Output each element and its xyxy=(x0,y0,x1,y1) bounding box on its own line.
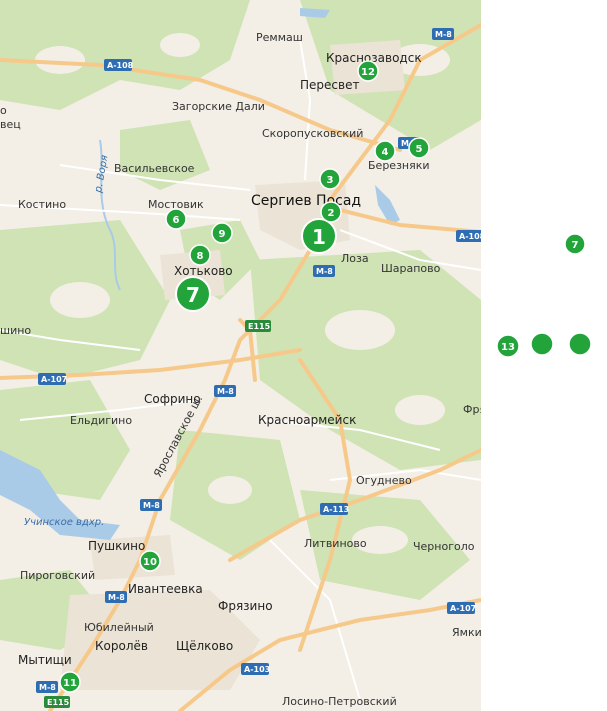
label-bereznyaki: Березняки xyxy=(368,159,430,172)
side-panel-canvas: 7 13 xyxy=(496,233,592,358)
map-marker[interactable]: 1 xyxy=(301,218,337,254)
label-khotkovo: Хотьково xyxy=(174,264,233,278)
svg-text:М-8: М-8 xyxy=(143,501,160,510)
svg-text:М-8: М-8 xyxy=(217,387,234,396)
svg-text:12: 12 xyxy=(361,67,375,78)
label-remmash: Реммаш xyxy=(256,31,303,44)
map-marker[interactable]: 10 xyxy=(139,550,161,572)
svg-text:5: 5 xyxy=(416,144,423,155)
road-shield-m8-sofrino: М-8 xyxy=(214,385,236,397)
map-marker[interactable]: 5 xyxy=(408,137,430,159)
label-uchinskoe: Учинское вдхр. xyxy=(24,517,104,528)
svg-text:1: 1 xyxy=(312,225,326,249)
svg-text:E115: E115 xyxy=(248,322,271,331)
road-shield-a113: А-113 xyxy=(320,503,349,515)
svg-text:7: 7 xyxy=(186,283,200,307)
svg-text:6: 6 xyxy=(173,215,180,226)
side-marker[interactable]: 7 xyxy=(564,233,586,255)
label-frya-right: Фря xyxy=(463,403,481,416)
road-shield-a103: А-103 xyxy=(241,663,270,675)
road-shield-m8-top: М-8 xyxy=(432,28,454,40)
label-litvinovo: Литвиново xyxy=(304,537,367,550)
map-canvas[interactable]: М-8 А-108 М-8 А-108 М-8 E115 А-107 М-8 М… xyxy=(0,0,481,711)
label-edge-vets: вец xyxy=(0,118,21,131)
map-marker[interactable]: 7 xyxy=(175,276,211,312)
svg-text:А-108: А-108 xyxy=(107,61,134,70)
road-shield-a108-right: А-108 xyxy=(456,230,481,242)
label-fryazino: Фрязино xyxy=(218,599,273,613)
road-shield-m8-pushkino: М-8 xyxy=(140,499,162,511)
side-panel-markers[interactable]: 7 13 xyxy=(496,233,592,358)
map-marker[interactable]: 12 xyxy=(357,60,379,82)
svg-text:11: 11 xyxy=(63,678,77,689)
label-losino-petrovsky: Лосино-Петровский xyxy=(282,695,397,708)
road-shield-e115-mid: E115 xyxy=(245,320,271,332)
svg-text:М-8: М-8 xyxy=(108,593,125,602)
side-panel: 7 13 xyxy=(481,0,607,711)
road-shield-a107-left: А-107 xyxy=(38,373,67,385)
label-sergiev-posad: Сергиев Посад xyxy=(251,193,361,209)
label-chernogolovka: Черноголо xyxy=(413,540,475,553)
side-marker[interactable]: 13 xyxy=(496,334,520,358)
label-ivanteevka: Ивантеевка xyxy=(128,582,203,596)
svg-text:А-113: А-113 xyxy=(323,505,349,514)
svg-text:А-108: А-108 xyxy=(459,232,481,241)
svg-text:10: 10 xyxy=(143,557,157,568)
svg-text:8: 8 xyxy=(197,251,204,262)
label-edge-o: о xyxy=(0,104,7,117)
road-shield-m8-bottom: М-8 xyxy=(36,681,58,693)
svg-text:А-103: А-103 xyxy=(244,665,270,674)
label-shchelkovo: Щёлково xyxy=(176,639,233,653)
svg-text:9: 9 xyxy=(219,229,226,240)
map-marker[interactable]: 2 xyxy=(320,201,342,223)
svg-text:4: 4 xyxy=(382,147,389,158)
side-marker[interactable] xyxy=(568,332,592,356)
label-krasnoarmeysk: Красноармейск xyxy=(258,413,356,427)
label-pirogovsky: Пироговский xyxy=(20,569,95,582)
svg-text:2: 2 xyxy=(328,208,335,219)
map-marker[interactable]: 4 xyxy=(374,140,396,162)
label-pushkino: Пушкино xyxy=(88,539,145,553)
map-marker[interactable]: 8 xyxy=(189,244,211,266)
side-marker[interactable] xyxy=(530,332,554,356)
label-mytishchi: Мытищи xyxy=(18,653,72,667)
map-marker[interactable]: 11 xyxy=(59,671,81,693)
road-shield-m8-ivanteevka: М-8 xyxy=(105,591,127,603)
svg-text:7: 7 xyxy=(572,240,579,251)
label-kostino: Костино xyxy=(18,198,66,211)
label-peresvet: Пересвет xyxy=(300,78,359,92)
svg-text:E115: E115 xyxy=(47,698,70,707)
road-shield-m8-posad: М-8 xyxy=(313,265,335,277)
road-shield-e115-bottom: E115 xyxy=(44,696,70,708)
svg-text:3: 3 xyxy=(327,175,334,186)
label-vasilevskoe: Васильевское xyxy=(114,162,195,175)
label-eldigino: Ельдигино xyxy=(70,414,132,427)
road-shield-a107-right: А-107 xyxy=(447,602,476,614)
label-yubileyny: Юбилейный xyxy=(84,621,154,634)
road-shield-a108-top: А-108 xyxy=(104,59,134,71)
svg-text:А-107: А-107 xyxy=(41,375,67,384)
label-sharapovo: Шарапово xyxy=(381,262,441,275)
label-ogudnevo: Огуднево xyxy=(356,474,412,487)
label-skoropuskovsky: Скоропусковский xyxy=(262,127,363,140)
label-yamki: Ямки xyxy=(452,626,481,639)
svg-text:М-8: М-8 xyxy=(39,683,56,692)
map-marker[interactable]: 9 xyxy=(211,222,233,244)
label-shino: шино xyxy=(0,324,31,337)
label-loza: Лоза xyxy=(341,252,369,265)
svg-text:М-8: М-8 xyxy=(316,267,333,276)
map-marker[interactable]: 6 xyxy=(165,208,187,230)
label-korolev: Королёв xyxy=(95,639,148,653)
svg-text:13: 13 xyxy=(501,342,515,353)
label-zagorskie-dali: Загорские Дали xyxy=(172,100,265,113)
map-view[interactable]: М-8 А-108 М-8 А-108 М-8 E115 А-107 М-8 М… xyxy=(0,0,481,711)
svg-text:М-8: М-8 xyxy=(435,30,452,39)
svg-text:А-107: А-107 xyxy=(450,604,476,613)
map-marker[interactable]: 3 xyxy=(319,168,341,190)
